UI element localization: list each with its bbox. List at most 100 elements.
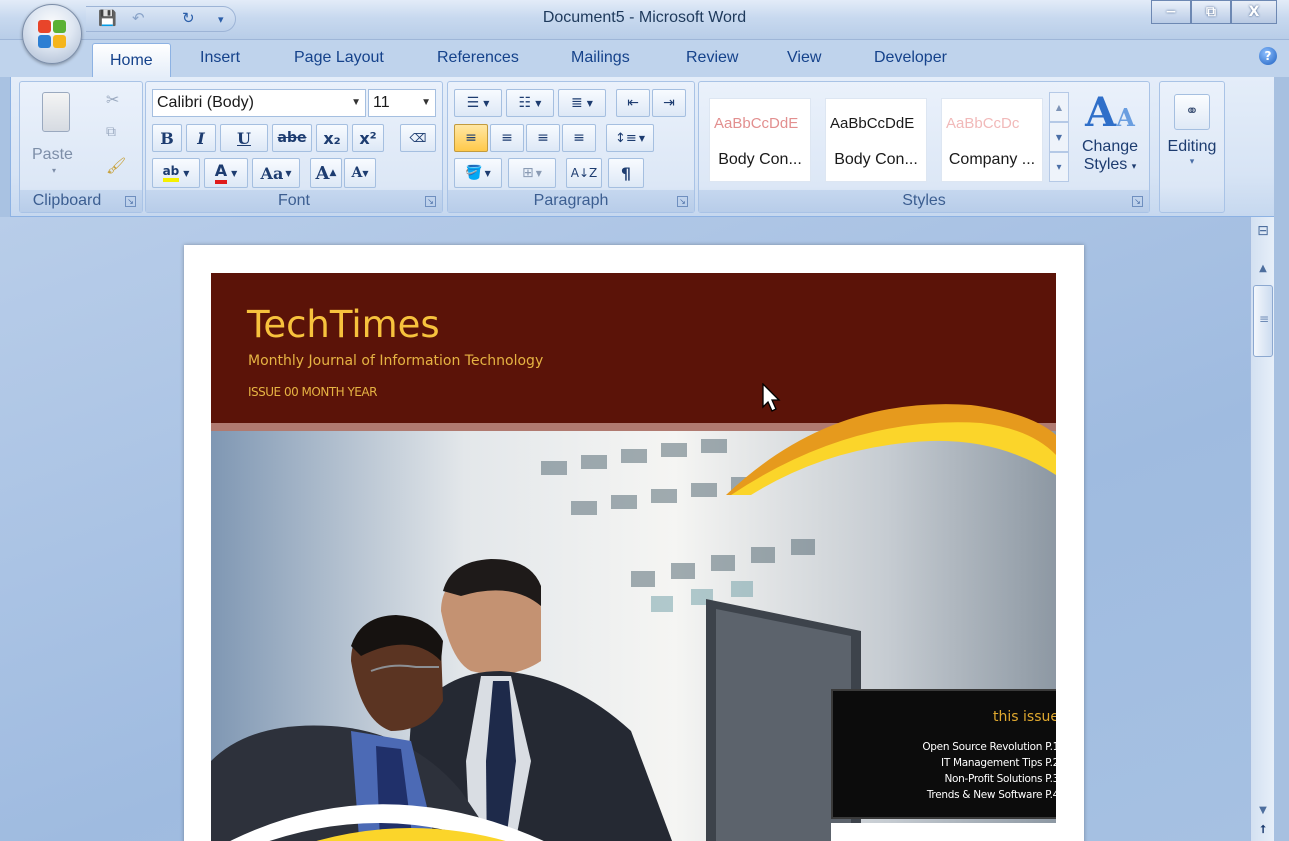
justify-button[interactable]: ≡	[562, 124, 596, 152]
this-issue-box[interactable]: this issue Open Source Revolution P.1 IT…	[831, 689, 1056, 819]
numbering-button[interactable]: ☷ ▼	[506, 89, 554, 117]
style-name: Company ...	[948, 151, 1036, 168]
bold-button[interactable]: B	[152, 124, 182, 152]
previous-page-icon[interactable]: ⭡	[1253, 823, 1273, 839]
line-spacing-button[interactable]: ↕≡ ▼	[606, 124, 654, 152]
font-size-combo[interactable]: 11 ▼	[368, 89, 436, 117]
borders-button[interactable]: ⊞ ▼	[508, 158, 556, 188]
style-sample: AaBbCcDc	[946, 115, 1020, 132]
style-sample: AaBbCcDdE	[714, 115, 799, 132]
highlight-button[interactable]: ab ▼	[152, 158, 200, 188]
editing-button[interactable]: ⚭ Editing ▾	[1160, 88, 1224, 188]
change-styles-button[interactable]: AA Change Styles ▾	[1075, 88, 1145, 188]
multilevel-list-icon: ≣	[571, 95, 583, 111]
style-company[interactable]: AaBbCcDc Company ...	[941, 98, 1043, 182]
subscript-button[interactable]: x₂	[316, 124, 348, 152]
list-item: Trends & New Software P.4	[926, 789, 1056, 801]
styles-scroll-up-icon[interactable]: ▲	[1049, 92, 1069, 122]
caption-box[interactable]	[831, 823, 1056, 841]
document-page[interactable]: TechTimes Monthly Journal of Information…	[184, 245, 1084, 841]
tab-view[interactable]: View	[787, 49, 821, 67]
multilevel-list-button[interactable]: ≣ ▼	[558, 89, 606, 117]
underline-button[interactable]: U	[220, 124, 268, 152]
newsletter-tagline[interactable]: Monthly Journal of Information Technolog…	[248, 353, 543, 369]
tab-references[interactable]: References	[437, 49, 519, 67]
borders-icon: ⊞	[522, 165, 534, 181]
chevron-down-icon: ▼	[183, 168, 190, 178]
strikethrough-button[interactable]: abe	[272, 124, 312, 152]
tab-insert[interactable]: Insert	[200, 49, 240, 67]
format-painter-icon[interactable]: 🖌	[106, 156, 126, 175]
copy-icon[interactable]: ⧉	[106, 124, 116, 140]
font-family-combo[interactable]: Calibri (Body) ▼	[152, 89, 366, 117]
window-controls: − ⧉ X	[1151, 0, 1277, 26]
ribbon-tabs: Home Insert Page Layout References Maili…	[0, 40, 1289, 78]
shrink-font-button[interactable]: A ▼	[344, 158, 376, 188]
chevron-down-icon: ▼	[586, 98, 593, 108]
change-case-button[interactable]: Aa ▼	[252, 158, 300, 188]
cut-icon[interactable]: ✂	[106, 90, 119, 109]
tab-review[interactable]: Review	[686, 49, 738, 67]
restore-icon: ⧉	[1206, 4, 1216, 20]
font-launcher-icon[interactable]: ↘	[425, 196, 436, 207]
clipboard-launcher-icon[interactable]: ↘	[125, 196, 136, 207]
decrease-indent-icon: ⇤	[627, 95, 639, 111]
style-sample: AaBbCcDdE	[830, 115, 915, 132]
close-button[interactable]: X	[1231, 0, 1277, 24]
this-issue-list: Open Source Revolution P.1 IT Management…	[922, 739, 1056, 803]
increase-indent-button[interactable]: ⇥	[652, 89, 686, 117]
chevron-down-icon: ▾	[1131, 161, 1137, 171]
tab-developer[interactable]: Developer	[874, 49, 947, 67]
newsletter-title[interactable]: TechTimes	[247, 303, 440, 346]
clear-formatting-button[interactable]: ⌫	[400, 124, 436, 152]
italic-button[interactable]: I	[186, 124, 216, 152]
chevron-down-icon: ▼	[351, 97, 361, 108]
grow-font-button[interactable]: A ▲	[310, 158, 342, 188]
editing-group: ⚭ Editing ▾	[1159, 81, 1225, 213]
tab-home[interactable]: Home	[92, 43, 171, 78]
chevron-down-icon: ▼	[484, 168, 491, 178]
style-name: Body Con...	[834, 151, 918, 168]
scroll-up-icon[interactable]: ▲	[1253, 259, 1273, 279]
vertical-scrollbar[interactable]: ⊟ ▲ ▼ ⭡	[1250, 217, 1274, 841]
minimize-button[interactable]: −	[1151, 0, 1191, 24]
change-case-label: Aa	[260, 163, 284, 183]
align-right-icon: ≡	[537, 130, 549, 146]
show-hide-button[interactable]: ¶	[608, 158, 644, 188]
tab-page-layout[interactable]: Page Layout	[294, 49, 384, 67]
font-group-label: Font	[146, 190, 442, 212]
styles-group-label: Styles	[699, 190, 1149, 212]
ruler-toggle-icon[interactable]: ⊟	[1254, 223, 1272, 247]
sort-button[interactable]: A↓Z	[566, 158, 602, 188]
grow-font-label: A	[315, 162, 330, 184]
ribbon: Paste ▾ ✂ ⧉ 🖌 Clipboard ↘ Calibri (Body)…	[10, 77, 1275, 217]
maximize-button[interactable]: ⧉	[1191, 0, 1231, 24]
scroll-thumb[interactable]	[1253, 285, 1273, 357]
styles-scroll-down-icon[interactable]: ▼	[1049, 122, 1069, 152]
clipboard-group: Paste ▾ ✂ ⧉ 🖌 Clipboard ↘	[19, 81, 143, 213]
paragraph-group-label: Paragraph	[448, 190, 694, 212]
shading-button[interactable]: 🪣 ▼	[454, 158, 502, 188]
paint-bucket-icon: 🪣	[465, 165, 483, 181]
help-icon[interactable]: ?	[1259, 47, 1277, 65]
style-body-con-2[interactable]: AaBbCcDdE Body Con...	[825, 98, 927, 182]
styles-more-icon[interactable]: ▾	[1049, 152, 1069, 182]
decrease-indent-button[interactable]: ⇤	[616, 89, 650, 117]
chevron-down-icon: ▼	[285, 168, 292, 178]
align-center-button[interactable]: ≡	[490, 124, 524, 152]
align-left-button[interactable]: ≡	[454, 124, 488, 152]
tab-mailings[interactable]: Mailings	[571, 49, 630, 67]
bullets-button[interactable]: ☰ ▼	[454, 89, 502, 117]
font-color-button[interactable]: A ▼	[204, 158, 248, 188]
align-left-icon: ≡	[465, 130, 477, 146]
office-button[interactable]	[22, 4, 82, 64]
scroll-down-icon[interactable]: ▼	[1253, 801, 1273, 821]
style-body-con-1[interactable]: AaBbCcDdE Body Con...	[709, 98, 811, 182]
styles-group: AaBbCcDdE Body Con... AaBbCcDdE Body Con…	[698, 81, 1150, 213]
bullet-list-icon: ☰	[466, 95, 480, 111]
superscript-button[interactable]: x²	[352, 124, 384, 152]
styles-launcher-icon[interactable]: ↘	[1132, 196, 1143, 207]
paste-button[interactable]: Paste ▾	[26, 88, 86, 184]
paragraph-launcher-icon[interactable]: ↘	[677, 196, 688, 207]
align-right-button[interactable]: ≡	[526, 124, 560, 152]
